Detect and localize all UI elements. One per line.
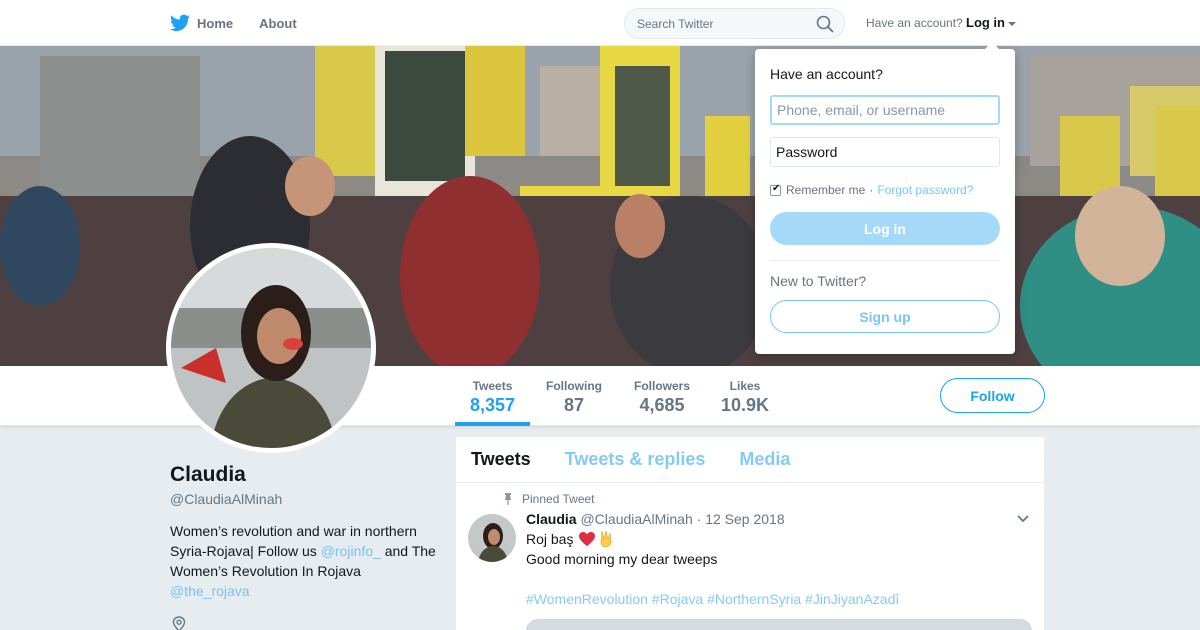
have-account-text: Have an account? (866, 16, 963, 30)
pin-icon (505, 493, 511, 505)
remember-me-label: Remember me (786, 183, 866, 197)
stat-tweets-value: 8,357 (469, 395, 516, 415)
twitter-bird-icon (170, 14, 190, 31)
nav-home-label: Home (197, 15, 234, 31)
stat-likes[interactable]: Likes 10.9K (716, 366, 774, 426)
tweet-text-line: Good morning my dear tweeps (526, 551, 718, 567)
stat-followers-label: Followers (633, 379, 690, 393)
remember-me-row: Remember me · Forgot password? (770, 183, 973, 197)
stat-following[interactable]: Following 87 (540, 366, 608, 426)
new-to-twitter-text: New to Twitter? (770, 273, 867, 289)
nav-about-link[interactable]: About (259, 16, 297, 31)
remember-me-checkbox[interactable] (770, 183, 781, 196)
tweet-text: Roj baş (526, 531, 574, 547)
stat-followers[interactable]: Followers 4,685 (626, 366, 698, 426)
stat-tweets[interactable]: Tweets 8,357 (455, 366, 530, 426)
login-link-label: Log in (966, 15, 1005, 30)
stat-likes-value: 10.9K (720, 395, 770, 415)
pinned-tweet-label: Pinned Tweet (503, 492, 595, 506)
profile-handle: @ClaudiaAlMinah (170, 491, 283, 507)
timeline: Tweets Tweets & replies Media Pinned Twe… (456, 437, 1044, 630)
tweet-author-handle: @ClaudiaAlMinah (580, 511, 693, 527)
stat-likes-label: Likes (729, 379, 761, 393)
tab-tweets[interactable]: Tweets (471, 449, 531, 470)
stat-tweets-label: Tweets (472, 379, 513, 393)
nav-left: Home About (170, 0, 323, 46)
search-box (624, 8, 845, 39)
tweet-author-name[interactable]: Claudia (526, 511, 577, 527)
follow-button[interactable]: Follow (940, 378, 1045, 413)
dropdown-title: Have an account? (770, 66, 883, 82)
tweet-header: Claudia @ClaudiaAlMinah · 12 Sep 2018 (526, 511, 785, 527)
profile-bio: Women’s revolution and war in northern S… (170, 521, 440, 601)
tab-media[interactable]: Media (739, 449, 790, 470)
divider (770, 260, 1000, 261)
pinned-tweet-text: Pinned Tweet (522, 492, 595, 506)
chevron-down-icon[interactable] (1016, 514, 1030, 524)
login-dropdown-toggle[interactable]: Log in (966, 15, 1016, 30)
password-field[interactable] (770, 137, 1000, 167)
search-input[interactable] (625, 9, 805, 38)
login-dropdown: Have an account? Remember me · Forgot pa… (755, 42, 1015, 354)
tweet-author-avatar[interactable] (468, 514, 516, 562)
search-icon[interactable] (816, 15, 834, 33)
tweet-timestamp[interactable]: · 12 Sep 2018 (697, 511, 785, 527)
profile-name: Claudia (170, 463, 246, 486)
tweet-avatar-photo (468, 514, 516, 562)
stat-followers-value: 4,685 (639, 395, 685, 415)
caret-down-icon (1008, 21, 1016, 26)
tweet-media-preview[interactable] (526, 619, 1032, 630)
tweet-text-line: Roj baş (526, 530, 614, 548)
red-heart-emoji-icon (579, 532, 596, 546)
signup-button[interactable]: Sign up (770, 300, 1000, 333)
victory-hand-emoji-icon (601, 530, 612, 548)
bio-mention-rojinfo[interactable]: @rojinfo_ (321, 543, 381, 559)
profile-avatar[interactable] (166, 243, 376, 453)
top-navigation-bar: Home About Have an account? Log in (0, 0, 1200, 46)
tab-tweets-and-replies[interactable]: Tweets & replies (565, 449, 706, 470)
avatar (171, 248, 371, 448)
forgot-password-link[interactable]: Forgot password? (877, 183, 973, 197)
nav-home-link[interactable]: Home (170, 14, 233, 32)
username-field[interactable] (770, 95, 1000, 125)
avatar-photo (171, 248, 371, 448)
login-button[interactable]: Log in (770, 212, 1000, 245)
timeline-tabs: Tweets Tweets & replies Media (456, 437, 1044, 483)
bio-mention-the-rojava[interactable]: @the_rojava (170, 583, 250, 599)
tweet-hashtags[interactable]: #WomenRevolution #Rojava #NorthernSyria … (526, 591, 899, 607)
location-pin-icon (172, 616, 186, 630)
separator-dot: · (869, 183, 874, 197)
stat-following-value: 87 (563, 395, 585, 415)
stat-following-label: Following (546, 379, 602, 393)
